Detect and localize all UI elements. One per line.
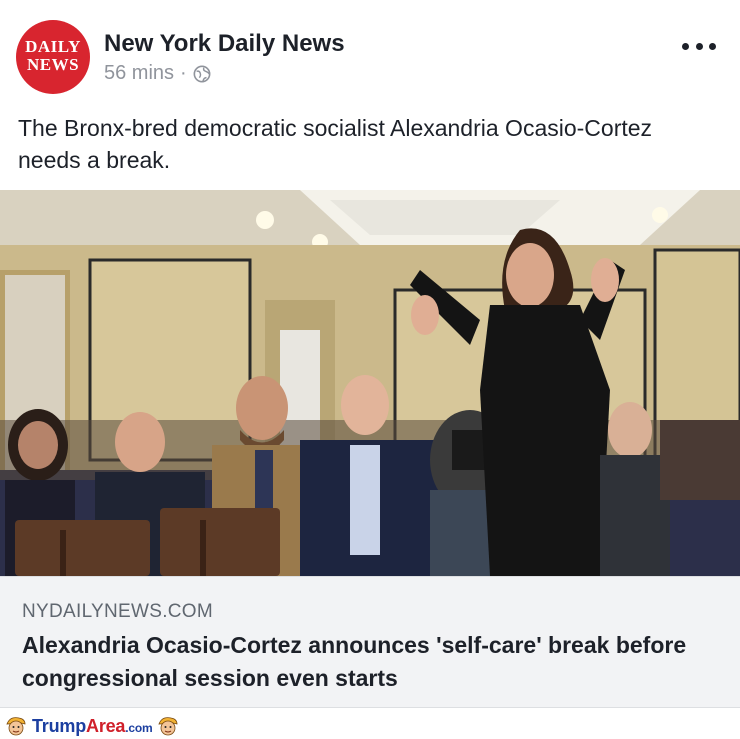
watermark-part3: .com	[125, 720, 153, 735]
more-options-icon[interactable]	[682, 36, 716, 56]
photo-illustration	[0, 190, 740, 576]
link-domain: NYDAILYNEWS.COM	[22, 601, 214, 622]
post-meta: 56 mins ·	[104, 62, 211, 85]
avatar-logo-line2: NEWS	[26, 55, 80, 74]
watermark-part1: Trump	[32, 715, 87, 736]
watermark-part2: Area	[86, 715, 126, 736]
avatar-logo-line1: DAILY	[25, 37, 81, 56]
link-preview[interactable]: NYDAILYNEWS.COM Alexandria Ocasio-Cortez…	[0, 576, 740, 708]
cartoon-head-icon	[6, 717, 26, 736]
meta-separator: ·	[180, 62, 187, 84]
post-message: The Bronx-bred democratic socialist Alex…	[18, 115, 653, 173]
cartoon-head-icon-right	[158, 717, 178, 736]
link-title[interactable]: Alexandria Ocasio-Cortez announces 'self…	[22, 629, 722, 695]
page-name-link[interactable]: New York Daily News	[104, 30, 345, 58]
globe-icon[interactable]	[193, 65, 211, 83]
post-header: DAILY NEWS New York Daily News 56 mins ·	[0, 0, 740, 100]
post-timestamp[interactable]: 56 mins	[104, 62, 174, 85]
watermark-footer: TrumpArea.com	[0, 712, 740, 739]
post-photo[interactable]	[0, 190, 740, 576]
watermark-text: TrumpArea.com	[32, 715, 153, 737]
page-avatar[interactable]: DAILY NEWS	[16, 20, 90, 94]
